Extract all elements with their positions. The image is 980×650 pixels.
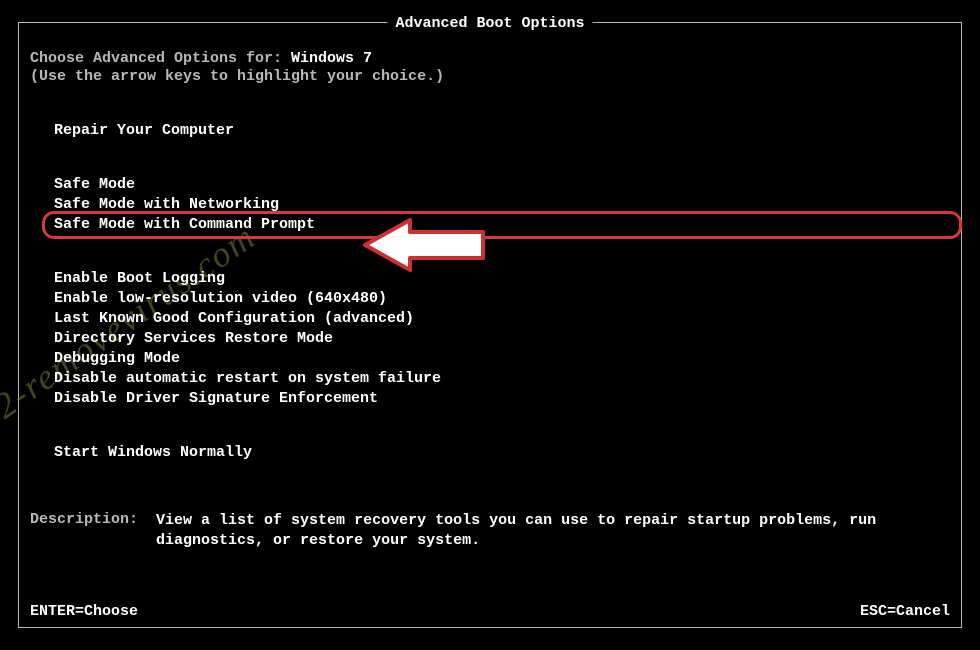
description-label: Description: xyxy=(30,511,138,551)
footer-esc: ESC=Cancel xyxy=(860,603,950,620)
menu-group-options: Enable Boot Logging Enable low-resolutio… xyxy=(54,269,950,409)
menu-lowres-video[interactable]: Enable low-resolution video (640x480) xyxy=(54,289,387,309)
boot-menu: Repair Your Computer Safe Mode Safe Mode… xyxy=(54,121,950,463)
menu-disable-sig[interactable]: Disable Driver Signature Enforcement xyxy=(54,389,378,409)
description-block: Description: View a list of system recov… xyxy=(30,511,950,551)
menu-repair[interactable]: Repair Your Computer xyxy=(54,121,234,141)
menu-boot-logging[interactable]: Enable Boot Logging xyxy=(54,269,225,289)
menu-group-safemode: Safe Mode Safe Mode with Networking Safe… xyxy=(54,175,950,235)
description-text: View a list of system recovery tools you… xyxy=(156,511,950,551)
menu-safe-mode-net[interactable]: Safe Mode with Networking xyxy=(54,195,279,215)
footer-bar: ENTER=Choose ESC=Cancel xyxy=(30,603,950,620)
screen-title: Advanced Boot Options xyxy=(387,15,592,32)
menu-start-normal[interactable]: Start Windows Normally xyxy=(54,443,252,463)
menu-safe-mode-cmd[interactable]: Safe Mode with Command Prompt xyxy=(54,215,315,235)
prompt-line: Choose Advanced Options for: Windows 7 xyxy=(30,50,950,67)
menu-ds-restore[interactable]: Directory Services Restore Mode xyxy=(54,329,333,349)
arrow-annotation-icon xyxy=(355,210,495,285)
menu-disable-restart[interactable]: Disable automatic restart on system fail… xyxy=(54,369,441,389)
prompt-os: Windows 7 xyxy=(291,50,372,67)
prompt-hint: (Use the arrow keys to highlight your ch… xyxy=(30,68,950,85)
footer-enter: ENTER=Choose xyxy=(30,603,138,620)
menu-last-known-good[interactable]: Last Known Good Configuration (advanced) xyxy=(54,309,414,329)
menu-debugging[interactable]: Debugging Mode xyxy=(54,349,180,369)
menu-safe-mode[interactable]: Safe Mode xyxy=(54,175,135,195)
content-area: Choose Advanced Options for: Windows 7 (… xyxy=(30,50,950,551)
prompt-prefix: Choose Advanced Options for: xyxy=(30,50,291,67)
